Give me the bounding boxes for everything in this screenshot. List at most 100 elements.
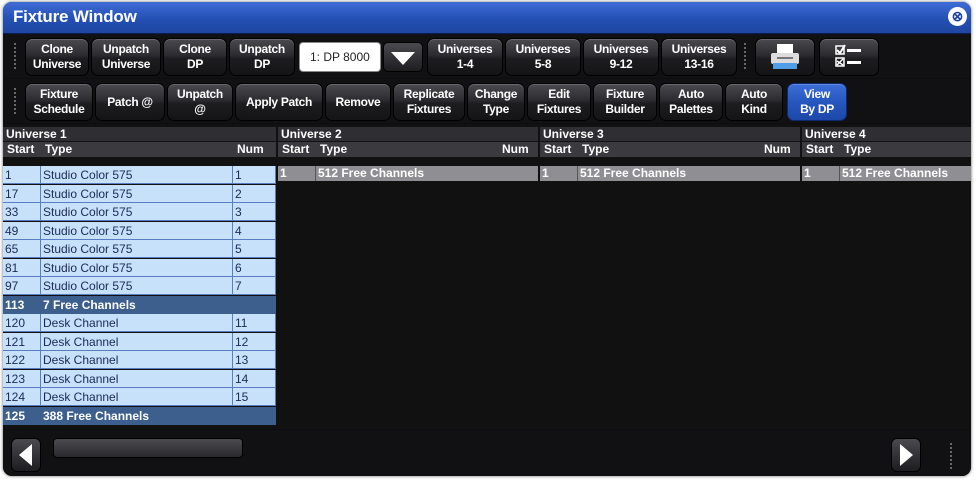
table-row[interactable]: 124 Desk Channel 15	[3, 388, 276, 406]
universe-3-column-headers: Start Type Num	[540, 142, 800, 157]
button-label: Universes	[437, 42, 493, 56]
cell-start: 123	[3, 369, 41, 388]
clone-dp-button[interactable]: Clone DP	[163, 38, 227, 76]
col-start[interactable]: Start	[544, 142, 571, 157]
cell-start: 113	[5, 297, 25, 312]
cell-start: 33	[3, 203, 41, 221]
printer-icon	[771, 44, 799, 69]
cell-type: Studio Color 575	[41, 184, 233, 203]
button-label: View	[804, 87, 830, 101]
toolbar-grip[interactable]	[13, 42, 17, 70]
universes-1-4-button[interactable]: Universes 1-4	[427, 38, 503, 76]
button-label: Kind	[741, 102, 767, 116]
table-row[interactable]: 120 Desk Channel 11	[3, 314, 276, 332]
table-row[interactable]: 81 Studio Color 575 6	[3, 258, 276, 277]
remove-button[interactable]: Remove	[325, 83, 391, 121]
toolbar-grip[interactable]	[13, 87, 17, 115]
chevron-down-icon[interactable]	[383, 42, 423, 72]
auto-palettes-button[interactable]: Auto Palettes	[659, 83, 723, 121]
toolbar-grip[interactable]	[743, 42, 747, 70]
universes-5-8-button[interactable]: Universes 5-8	[505, 38, 581, 76]
button-label: Universe	[101, 57, 151, 71]
dp-select[interactable]: 1: DP 8000	[299, 42, 381, 72]
col-start[interactable]: Start	[282, 142, 309, 157]
table-row[interactable]: 33 Studio Color 575 3	[3, 203, 276, 221]
cell-type: 7 Free Channels	[43, 297, 136, 312]
button-label: Change	[474, 87, 518, 101]
cell-start: 124	[3, 388, 41, 406]
button-label: 5-8	[534, 57, 552, 71]
col-num[interactable]: Num	[237, 142, 264, 157]
cell-num: 7	[233, 277, 276, 295]
button-label: DP	[186, 57, 204, 71]
table-row[interactable]: 97 Studio Color 575 7	[3, 277, 276, 295]
cell-start: 120	[3, 314, 41, 332]
button-label: Clone	[179, 42, 211, 56]
col-type[interactable]: Type	[582, 142, 609, 157]
table-row[interactable]: 1 Studio Color 575 1	[3, 166, 276, 184]
close-icon[interactable]: ⊗	[948, 7, 967, 26]
cell-type: Desk Channel	[41, 351, 233, 369]
col-start[interactable]: Start	[806, 142, 833, 157]
col-type[interactable]: Type	[844, 142, 871, 157]
arrow-right-icon[interactable]	[891, 438, 921, 472]
cell-start: 1	[278, 166, 316, 181]
universe-4-header: Universe 4	[802, 127, 971, 141]
change-type-button[interactable]: Change Type	[467, 83, 525, 121]
resize-grip[interactable]	[949, 442, 953, 470]
unpatch-universe-button[interactable]: Unpatch Universe	[91, 38, 161, 76]
col-num[interactable]: Num	[764, 142, 791, 157]
universe-2-column-headers: Start Type Num	[278, 142, 538, 157]
cell-type: Studio Color 575	[41, 166, 233, 184]
arrow-left-icon[interactable]	[11, 438, 41, 472]
print-button[interactable]	[755, 38, 815, 76]
clone-universe-button[interactable]: Clone Universe	[25, 38, 89, 76]
free-channels-row[interactable]: 113 7 Free Channels	[3, 295, 276, 314]
fixture-builder-button[interactable]: Fixture Builder	[593, 83, 657, 121]
col-num[interactable]: Num	[502, 142, 529, 157]
table-row[interactable]: 1 512 Free Channels	[540, 166, 800, 181]
horizontal-scrollbar[interactable]	[3, 430, 971, 476]
free-channels-row[interactable]: 125 388 Free Channels	[3, 406, 276, 425]
auto-kind-button[interactable]: Auto Kind	[725, 83, 783, 121]
cell-type: 388 Free Channels	[43, 408, 150, 423]
cell-start: 1	[3, 166, 41, 184]
button-label: Unpatch	[103, 42, 149, 56]
unpatch-at-button[interactable]: Unpatch @	[167, 83, 233, 121]
unpatch-dp-button[interactable]: Unpatch DP	[229, 38, 295, 76]
cell-type: 512 Free Channels	[318, 166, 425, 180]
button-label: Auto	[740, 87, 768, 101]
replicate-fixtures-button[interactable]: Replicate Fixtures	[393, 83, 465, 121]
button-label: 13-16	[684, 57, 714, 71]
cell-start: 49	[3, 221, 41, 240]
button-label: Builder	[605, 102, 645, 116]
patch-at-button[interactable]: Patch @	[95, 83, 165, 121]
col-type[interactable]: Type	[320, 142, 347, 157]
apply-patch-button[interactable]: Apply Patch	[235, 83, 323, 121]
col-start[interactable]: Start	[7, 142, 34, 157]
cell-num: 3	[233, 203, 276, 221]
view-by-dp-button[interactable]: View By DP	[787, 83, 847, 121]
cell-num: 14	[233, 369, 276, 388]
table-row[interactable]: 121 Desk Channel 12	[3, 332, 276, 351]
button-label: Clone	[41, 42, 73, 56]
table-row[interactable]: 122 Desk Channel 13	[3, 351, 276, 369]
table-row[interactable]: 1 512 Free Channels	[802, 166, 971, 181]
patch-grid: Universe 1 Start Type Num 1 Studio Color …	[3, 124, 971, 429]
table-row[interactable]: 49 Studio Color 575 4	[3, 221, 276, 240]
universes-9-12-button[interactable]: Universes 9-12	[583, 38, 659, 76]
fixture-window: Fixture Window ⊗ Clone Universe Unpatch …	[3, 2, 971, 476]
col-type[interactable]: Type	[45, 142, 72, 157]
scroll-thumb[interactable]	[53, 438, 243, 458]
table-row[interactable]: 123 Desk Channel 14	[3, 369, 276, 388]
checklist-button[interactable]	[819, 38, 879, 76]
universes-13-16-button[interactable]: Universes 13-16	[661, 38, 737, 76]
table-row[interactable]: 65 Studio Color 575 5	[3, 240, 276, 258]
cell-start: 122	[3, 351, 41, 369]
button-label: Schedule	[33, 102, 85, 116]
edit-fixtures-button[interactable]: Edit Fixtures	[527, 83, 591, 121]
table-row[interactable]: 17 Studio Color 575 2	[3, 184, 276, 203]
fixture-schedule-button[interactable]: Fixture Schedule	[25, 83, 93, 121]
button-label: Auto	[677, 87, 705, 101]
table-row[interactable]: 1 512 Free Channels	[278, 166, 538, 181]
